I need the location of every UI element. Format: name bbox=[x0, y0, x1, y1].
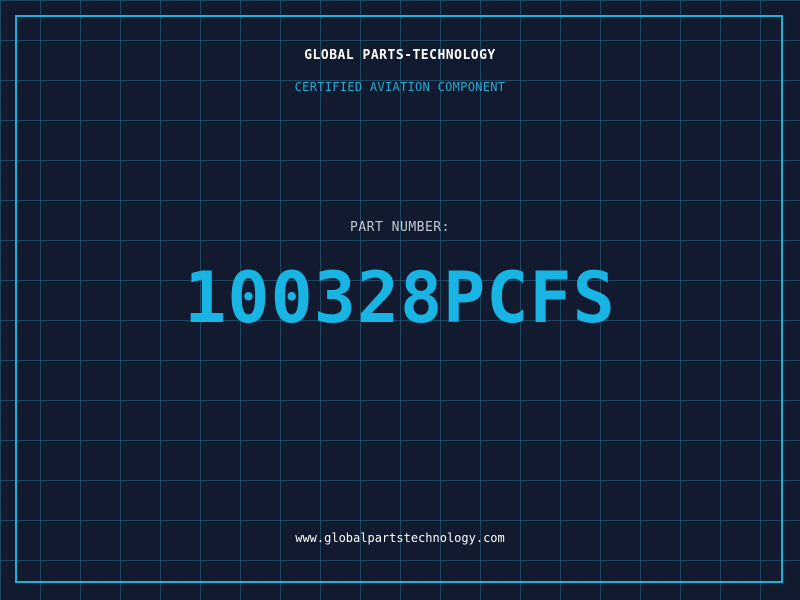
certification-subtitle: CERTIFIED AVIATION COMPONENT bbox=[294, 80, 506, 94]
company-name: GLOBAL PARTS-TECHNOLOGY bbox=[304, 48, 496, 63]
part-number-value: 100328PCFS bbox=[184, 257, 616, 339]
part-label-card: GLOBAL PARTS-TECHNOLOGY CERTIFIED AVIATI… bbox=[0, 0, 800, 600]
website-url: www.globalpartstechnology.com bbox=[295, 531, 505, 545]
part-number-label: PART NUMBER: bbox=[350, 220, 450, 235]
